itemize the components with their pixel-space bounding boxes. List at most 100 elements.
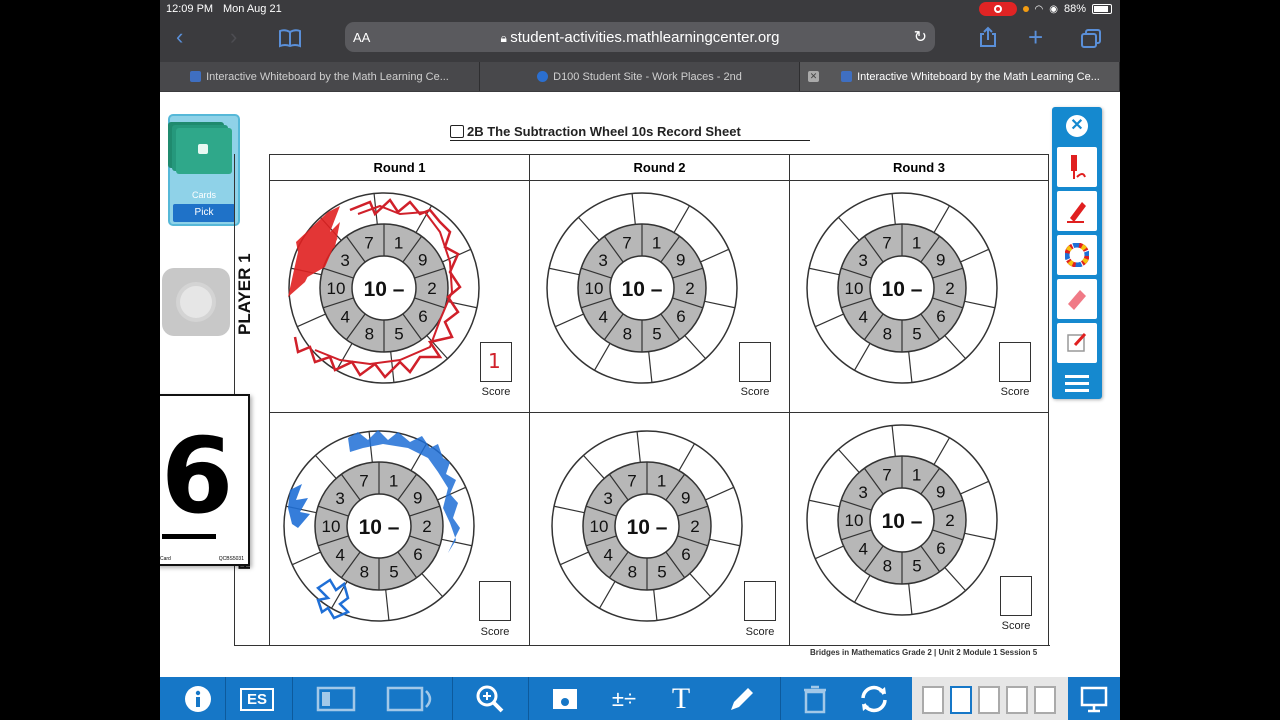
wheel-number: 7	[882, 465, 891, 484]
present-screen-icon[interactable]	[1076, 680, 1112, 718]
eraser-icon[interactable]	[1057, 279, 1097, 319]
wheel-number: 3	[858, 483, 867, 502]
card-underline	[162, 534, 216, 539]
page-tab-5[interactable]	[1034, 686, 1056, 714]
blue-ink-scribble	[288, 430, 460, 620]
screen: 12:09 PM Mon Aug 21 ◠ ◉ 88% ‹ › AA 🔒︎ st…	[0, 0, 1280, 720]
cards-widget[interactable]: Cards Pick	[168, 114, 240, 226]
wheel-number: 2	[945, 511, 954, 530]
page-tab-3[interactable]	[978, 686, 1000, 714]
browser-toolbar: ‹ › AA 🔒︎ student-activities.mathlearnin…	[160, 18, 1120, 60]
wheel-number: 5	[912, 325, 921, 344]
round-1-header: Round 1	[269, 154, 529, 180]
tab-close-icon[interactable]: ✕	[808, 71, 819, 82]
assistive-touch-button[interactable]	[162, 268, 230, 336]
round-3-header: Round 3	[789, 154, 1049, 180]
wheel-number: 6	[936, 539, 945, 558]
note-icon[interactable]	[1057, 323, 1097, 363]
battery-icon	[1092, 4, 1112, 14]
toolbar-separator	[292, 677, 293, 720]
mlc-favicon-icon	[190, 71, 202, 82]
reload-icon[interactable]: ↻	[914, 27, 927, 47]
mic-indicator-icon	[1022, 6, 1029, 12]
red-ink-scribble	[288, 198, 462, 379]
forward-icon[interactable]: ›	[230, 26, 237, 48]
screen-shade-icon[interactable]	[382, 680, 438, 718]
bookmarks-icon[interactable]	[278, 28, 302, 48]
page-tab-2[interactable]	[950, 686, 972, 714]
rotation-lock-icon: ◉	[1049, 3, 1058, 15]
text-tool-icon[interactable]: T	[666, 680, 696, 718]
wheel-number: 10	[845, 511, 864, 530]
spanish-language-button[interactable]: ES	[236, 680, 278, 718]
wheel-number: 3	[598, 251, 607, 270]
tab-whiteboard-active[interactable]: ✕ Interactive Whiteboard by the Math Lea…	[800, 62, 1120, 91]
player-1-label: PLAYER 1	[235, 253, 254, 335]
wheel-center-label: 10 –	[882, 278, 923, 301]
page-tab-1[interactable]	[922, 686, 944, 714]
wheel-number: 1	[912, 233, 921, 252]
score-box-p2-r1[interactable]	[479, 581, 511, 621]
tab-d100-student-site[interactable]: D100 Student Site - Work Places - 2nd	[480, 62, 800, 91]
score-label: Score	[480, 626, 510, 638]
round-2-header: Round 2	[529, 154, 789, 180]
pencil-icon[interactable]	[726, 680, 758, 718]
wheel-number: 5	[657, 563, 666, 582]
score-box-p2-r3[interactable]	[1000, 576, 1032, 616]
wheel-number: 3	[858, 251, 867, 270]
score-box-p2-r2[interactable]	[744, 581, 776, 621]
ipad-safari-window: 12:09 PM Mon Aug 21 ◠ ◉ 88% ‹ › AA 🔒︎ st…	[160, 0, 1120, 720]
close-icon[interactable]: ✕	[1066, 115, 1088, 137]
bottom-toolbar: ES ±÷ T	[160, 677, 1120, 720]
number-card[interactable]: 6 Card QCBS5031	[160, 394, 250, 566]
wheel-p2-r2: 19265 84 10 37 10 –	[551, 430, 743, 622]
wheel-number: 4	[604, 545, 613, 564]
insert-image-icon[interactable]	[548, 680, 582, 718]
score-value-p1-r1: 1	[488, 349, 501, 373]
color-wheel-icon[interactable]	[1057, 235, 1097, 275]
wheel-number: 2	[945, 279, 954, 298]
math-operations-icon[interactable]: ±÷	[606, 680, 642, 718]
refresh-icon[interactable]	[856, 680, 892, 718]
share-icon[interactable]	[978, 26, 998, 48]
toolbar-separator	[528, 677, 529, 720]
sheet-title: 2B The Subtraction Wheel 10s Record Shee…	[450, 124, 810, 141]
status-date: Mon Aug 21	[223, 3, 282, 15]
screen-recording-icon[interactable]	[978, 2, 1017, 16]
new-tab-icon[interactable]: +	[1028, 24, 1043, 50]
worksheet-icon	[450, 125, 464, 138]
tab-whiteboard-1[interactable]: Interactive Whiteboard by the Math Learn…	[160, 62, 480, 91]
menu-icon[interactable]	[1065, 375, 1089, 396]
whiteboard-canvas[interactable]: Cards Pick 6 Card QCBS5031 2B The Subtra…	[160, 92, 1120, 677]
wheel-number: 6	[936, 307, 945, 326]
wheel-number: 2	[690, 517, 699, 536]
tabs-overview-icon[interactable]	[1080, 28, 1102, 48]
wheel-p1-r3: 19265 84 10 37 10 –	[806, 192, 998, 384]
wheel-number: 7	[622, 233, 631, 252]
pick-card-button[interactable]: Pick	[173, 204, 235, 222]
zoom-icon[interactable]	[472, 680, 508, 718]
score-box-p1-r2[interactable]	[739, 342, 771, 382]
back-icon[interactable]: ‹	[176, 26, 183, 48]
wheel-number: 3	[603, 489, 612, 508]
pen-icon[interactable]	[1057, 147, 1097, 187]
tab-title: Interactive Whiteboard by the Math Learn…	[206, 70, 449, 83]
url-text: 🔒︎ student-activities.mathlearningcenter…	[345, 29, 935, 46]
score-box-p1-r3[interactable]	[999, 342, 1031, 382]
wheel-number: 1	[912, 465, 921, 484]
es-label: ES	[239, 687, 274, 711]
page-tab-4[interactable]	[1006, 686, 1028, 714]
sheet-footer: Bridges in Mathematics Grade 2 | Unit 2 …	[810, 648, 1038, 657]
wheel-number: 10	[585, 279, 604, 298]
sidebar-toggle-icon[interactable]	[314, 680, 358, 718]
info-icon[interactable]	[180, 680, 216, 718]
status-time: 12:09 PM	[166, 3, 214, 15]
highlighter-icon[interactable]	[1057, 191, 1097, 231]
trash-icon[interactable]	[800, 680, 830, 718]
address-bar[interactable]: AA 🔒︎ student-activities.mathlearningcen…	[345, 22, 935, 52]
wheel-number: 6	[681, 545, 690, 564]
lock-icon: 🔒︎	[500, 31, 511, 45]
wheel-number: 4	[859, 307, 868, 326]
wheel-number: 5	[912, 557, 921, 576]
wheel-number: 9	[936, 483, 945, 502]
